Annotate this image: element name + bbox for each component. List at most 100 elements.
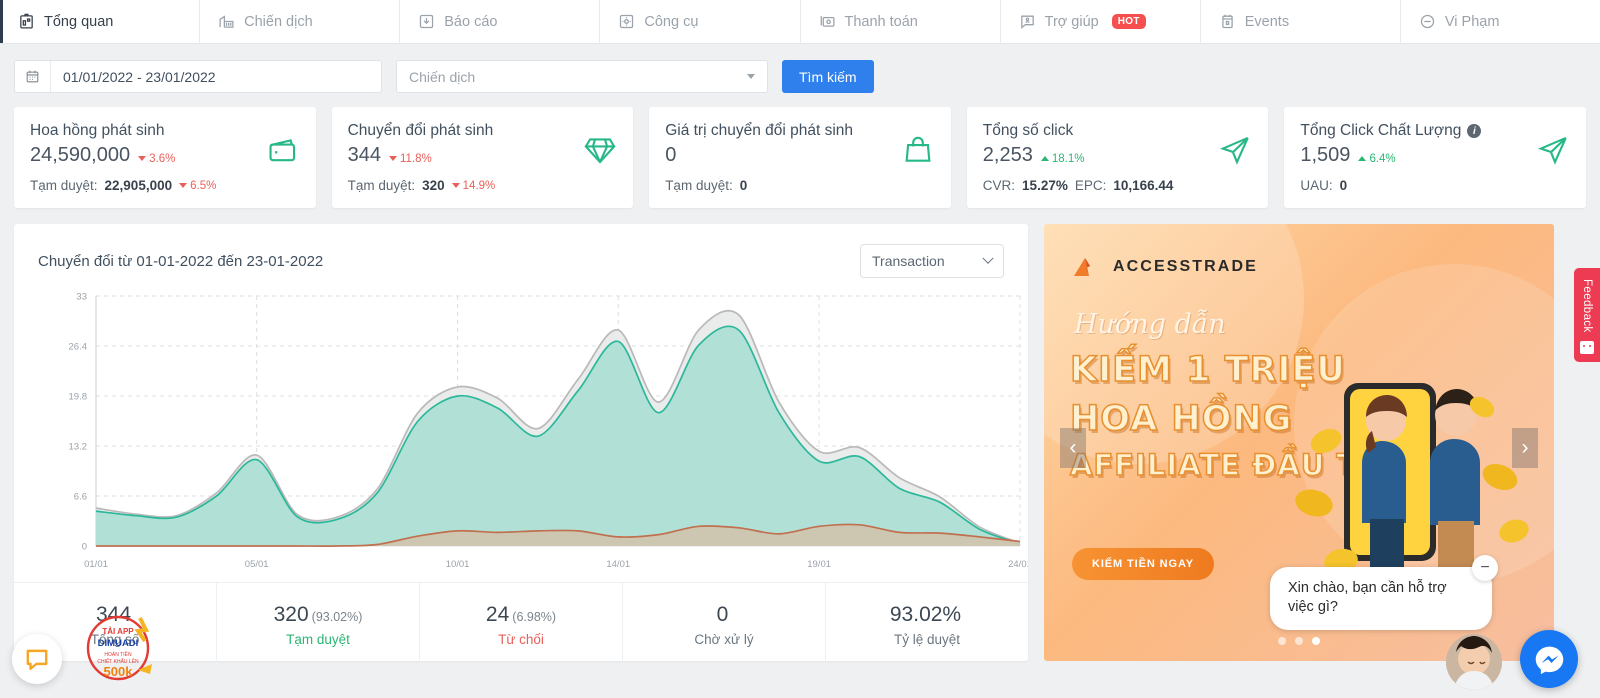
card-sub-label: Tạm duyệt: xyxy=(347,178,416,193)
nav-item-cong-cu[interactable]: Công cụ xyxy=(600,0,801,43)
nav-label: Chiến dịch xyxy=(244,13,313,30)
chart-type-select[interactable]: Transaction xyxy=(860,244,1004,278)
svg-text:24/01: 24/01 xyxy=(1008,559,1028,570)
card-sub-delta: 6.5% xyxy=(179,180,216,192)
card-delta-value: 18.1% xyxy=(1051,152,1085,165)
card-sub-value: 0 xyxy=(739,178,748,193)
search-button[interactable]: Tìm kiếm xyxy=(782,60,874,93)
help-icon xyxy=(1020,15,1034,29)
stat-card-gia-tri: Giá trị chuyển đổi phát sinh 0 Tạm duyệt… xyxy=(649,107,951,208)
banner-prev-button[interactable]: ‹ xyxy=(1060,428,1086,468)
stat-card-hoa-hong: Hoa hồng phát sinh 24,590,000 3.6% Tạm d… xyxy=(14,107,316,208)
bag-icon xyxy=(901,133,935,170)
nav-label: Thanh toán xyxy=(844,13,918,30)
feedback-tab[interactable]: Feedback xyxy=(1574,268,1600,362)
stat-card-chuyen-doi: Chuyển đổi phát sinh 344 11.8% Tạm duyệt… xyxy=(331,107,634,208)
info-icon[interactable]: i xyxy=(1467,124,1482,138)
card-delta-value: 3.6% xyxy=(149,152,176,165)
svg-text:14/01: 14/01 xyxy=(606,559,630,570)
trend-up-icon xyxy=(1040,156,1049,161)
summary-label: Từ chối xyxy=(498,631,544,647)
livechat-button[interactable] xyxy=(12,634,62,684)
minimize-icon[interactable]: − xyxy=(1472,554,1498,581)
svg-text:10/01: 10/01 xyxy=(446,559,470,570)
summary-cell-ty-le-duyet: 93.02% Tỷ lệ duyệt xyxy=(826,583,1028,666)
summary-cell-cho-xu-ly: 0 Chờ xử lý xyxy=(623,583,826,666)
summary-value: 24 (6.98%) xyxy=(486,603,556,627)
campaign-select[interactable]: Chiến dịch xyxy=(396,60,768,93)
stat-card-click-chat-luong: Tổng Click Chất Lượng i 1,509 6.4% UAU: … xyxy=(1284,107,1586,208)
summary-number: 93.02% xyxy=(889,602,962,626)
dashboard-page: Tổng quan Chiến dịch Báo cáo Công cụ Tha xyxy=(0,0,1600,698)
summary-cell-tu-choi: 24 (6.98%) Từ chối xyxy=(420,583,623,666)
card-sub-delta: 14.9% xyxy=(451,180,495,192)
wallet-icon xyxy=(266,133,300,170)
top-navigation: Tổng quan Chiến dịch Báo cáo Công cụ Tha xyxy=(0,0,1600,44)
card-delta: 3.6% xyxy=(138,153,175,165)
card-value: 24,590,000 xyxy=(30,144,131,166)
nav-item-vi-pham[interactable]: Vi Phạm xyxy=(1401,0,1600,43)
promo-sticker[interactable]: TẢI APP DIMUADI HOÀN TIỀN CHIẾT KHẤU LÊN… xyxy=(78,612,164,684)
messenger-button[interactable] xyxy=(1520,630,1578,688)
summary-number: 0 xyxy=(716,602,729,626)
diamond-icon xyxy=(583,133,617,170)
card-title: Hoa hồng phát sinh xyxy=(30,122,165,139)
payment-icon xyxy=(820,16,835,27)
banner-next-button[interactable]: › xyxy=(1512,428,1538,468)
stat-card-tong-click: Tổng số click 2,253 18.1% CVR: 15.27% EP… xyxy=(966,107,1269,208)
trend-down-icon xyxy=(451,183,460,188)
nav-item-chien-dich[interactable]: Chiến dịch xyxy=(200,0,401,43)
svg-text:HOÀN TIỀN: HOÀN TIỀN xyxy=(104,651,132,658)
card-sub-value: 22,905,000 xyxy=(104,178,173,193)
campaign-icon xyxy=(219,15,234,28)
svg-text:19/01: 19/01 xyxy=(807,559,831,570)
card-sub-value: 0 xyxy=(1339,178,1348,193)
card-value: 0 xyxy=(665,144,677,166)
nav-item-thanh-toan[interactable]: Thanh toán xyxy=(801,0,1001,43)
date-range-input[interactable]: 01/01/2022 - 23/01/2022 xyxy=(14,60,382,93)
banner-dot-1[interactable] xyxy=(1278,637,1286,645)
card-title: Tổng số click xyxy=(982,122,1074,139)
trend-down-icon xyxy=(179,183,188,188)
svg-text:500k: 500k xyxy=(104,664,134,679)
nav-item-tong-quan[interactable]: Tổng quan xyxy=(0,0,201,43)
summary-value: 320 (93.02%) xyxy=(274,603,363,627)
accesstrade-logo-icon xyxy=(1074,258,1090,276)
banner-cta-button[interactable]: KIẾM TIỀN NGAY xyxy=(1072,548,1215,580)
summary-number: 24 xyxy=(485,602,510,626)
feedback-face-icon xyxy=(1580,340,1594,354)
chat-greeting-text: Xin chào, bạn cần hỗ trợ việc gì? xyxy=(1288,579,1447,616)
banner-script-line: Hướng dẫn xyxy=(1074,309,1226,340)
summary-value: 93.02% xyxy=(890,603,964,627)
svg-text:33: 33 xyxy=(76,292,87,303)
trend-down-icon xyxy=(138,156,147,161)
nav-label: Vi Phạm xyxy=(1444,13,1500,30)
banner-brand-text: ACCESSTRADE xyxy=(1113,258,1258,275)
card-subline: Tạm duyệt: 320 14.9% xyxy=(348,178,618,193)
svg-text:01/01: 01/01 xyxy=(84,559,108,570)
promo-sticker-image: TẢI APP DIMUADI HOÀN TIỀN CHIẾT KHẤU LÊN… xyxy=(86,615,152,681)
nav-item-bao-cao[interactable]: Báo cáo xyxy=(400,0,601,43)
trend-up-icon xyxy=(1358,156,1367,161)
card-sub-value-2: 10,166.44 xyxy=(1113,178,1174,193)
feedback-label: Feedback xyxy=(1581,279,1593,333)
messenger-icon xyxy=(1535,646,1563,674)
card-title: Chuyển đổi phát sinh xyxy=(347,122,494,139)
svg-text:0: 0 xyxy=(82,542,87,553)
chevron-down-icon xyxy=(982,252,994,264)
card-delta-value: 6.4% xyxy=(1369,152,1396,165)
banner-dot-3[interactable] xyxy=(1312,637,1320,645)
nav-label: Báo cáo xyxy=(444,13,498,30)
card-sub-value: 320 xyxy=(422,178,445,193)
overview-icon xyxy=(20,13,33,29)
nav-item-tro-giup[interactable]: Trợ giúp HOT xyxy=(1001,0,1201,43)
nav-label: Tổng quan xyxy=(44,13,114,30)
svg-text:13.2: 13.2 xyxy=(69,442,88,453)
nav-item-events[interactable]: Events xyxy=(1201,0,1401,43)
card-sub-value: 15.27% xyxy=(1022,178,1068,193)
card-sub-label: Tạm duyệt: xyxy=(665,178,733,193)
banner-dot-2[interactable] xyxy=(1295,637,1303,645)
summary-cell-tam-duyet: 320 (93.02%) Tạm duyệt xyxy=(217,583,420,666)
chat-greeting-bubble[interactable]: Xin chào, bạn cần hỗ trợ việc gì? − xyxy=(1270,554,1498,630)
chart-title: Chuyển đổi từ 01-01-2022 đến 23-01-2022 xyxy=(38,252,324,270)
